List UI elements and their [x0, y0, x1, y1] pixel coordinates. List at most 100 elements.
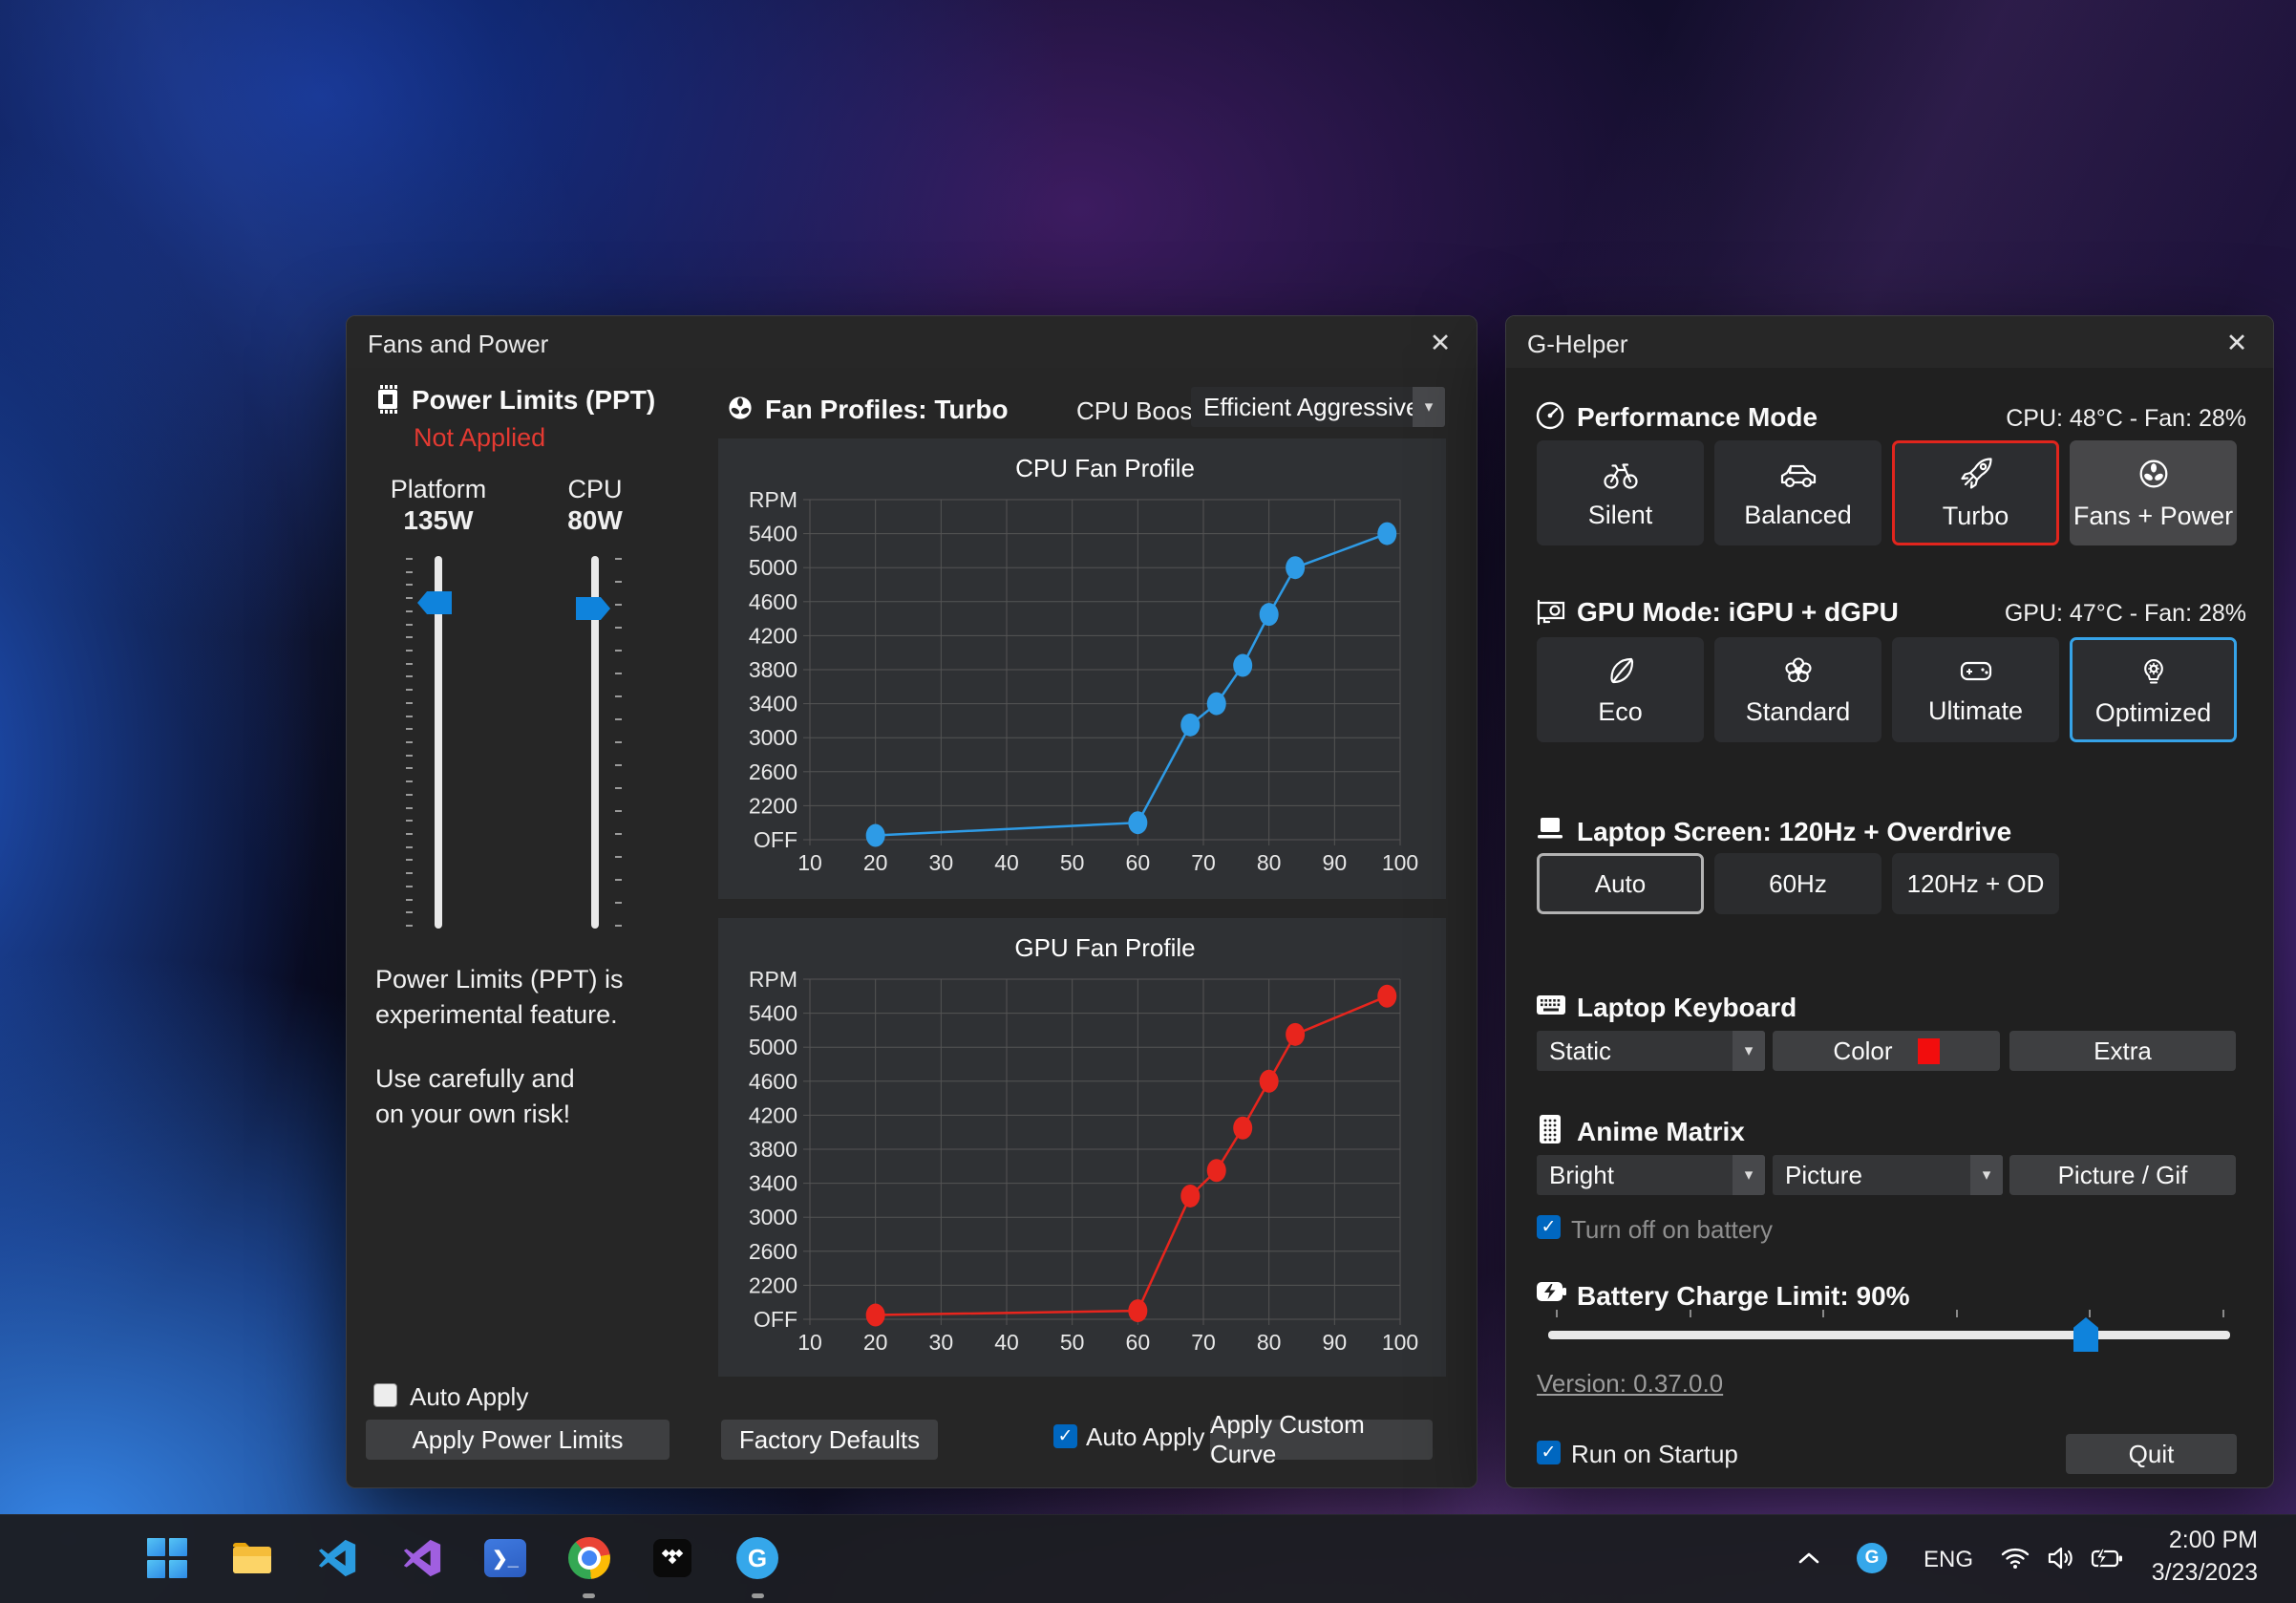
curve-auto-apply-checkbox[interactable]: ✓ — [1053, 1424, 1077, 1448]
gpu-button-ultimate[interactable]: Ultimate — [1892, 637, 2059, 742]
mode-button-silent[interactable]: Silent — [1537, 440, 1704, 545]
power-limits-status: Not Applied — [414, 423, 545, 453]
clock-time[interactable]: 2:00 PM — [2169, 1527, 2258, 1554]
power-auto-apply-label: Auto Apply — [410, 1382, 528, 1412]
quit-button[interactable]: Quit — [2066, 1434, 2237, 1474]
power-auto-apply-checkbox[interactable] — [373, 1383, 397, 1407]
factory-defaults-button[interactable]: Factory Defaults — [721, 1420, 938, 1460]
gpu-button-label: Optimized — [2095, 698, 2212, 728]
cpu-fan-chart[interactable]: 102030405060708090100OFF2200260030003400… — [718, 438, 1446, 899]
rocket-icon — [1958, 456, 1994, 492]
wifi-icon — [2001, 1547, 2030, 1570]
clock-date[interactable]: 3/23/2023 — [2152, 1559, 2258, 1587]
tray-chevron-button[interactable] — [1786, 1528, 1832, 1588]
mode-button-label: Fans + Power — [2073, 502, 2233, 531]
chevron-down-icon[interactable]: ▾ — [1733, 1155, 1765, 1195]
svg-text:30: 30 — [929, 850, 954, 875]
battery-charge-icon — [1535, 1277, 1567, 1306]
gpu-button-eco[interactable]: Eco — [1537, 637, 1704, 742]
folder-icon — [230, 1539, 274, 1577]
language-indicator[interactable]: ENG — [1924, 1547, 1973, 1573]
svg-text:50: 50 — [1060, 850, 1085, 875]
svg-text:2200: 2200 — [749, 793, 797, 818]
keyboard-extra-button[interactable]: Extra — [2009, 1031, 2236, 1071]
gpu-button-optimized[interactable]: Optimized — [2070, 637, 2237, 742]
cpu-fan-chart-panel: 102030405060708090100OFF2200260030003400… — [718, 438, 1446, 899]
apply-power-limits-button[interactable]: Apply Power Limits — [366, 1420, 670, 1460]
cpu-boost-value: Efficient Aggressive — [1203, 393, 1419, 422]
matrix-battery-label: Turn off on battery — [1571, 1215, 1773, 1245]
battery-charge-slider[interactable] — [1548, 1331, 2230, 1339]
terminal-icon: ❯_ — [484, 1539, 526, 1577]
bulb-gear-icon — [2136, 652, 2172, 689]
battery-button[interactable] — [2084, 1528, 2130, 1588]
ghelper-titlebar[interactable]: G-Helper ✕ — [1506, 316, 2273, 368]
ghelper-tray-button[interactable]: G — [1849, 1528, 1895, 1588]
matrix-mode-value: Picture — [1785, 1161, 1862, 1190]
cpu-chip-icon — [372, 383, 404, 416]
performance-mode-heading: Performance Mode — [1577, 402, 1818, 433]
gauge-icon — [1535, 400, 1565, 431]
car-icon — [1778, 457, 1818, 491]
svg-text:GPU Fan Profile: GPU Fan Profile — [1014, 933, 1195, 962]
gpu-button-standard[interactable]: Standard — [1714, 637, 1881, 742]
screen-button-60hz[interactable]: 60Hz — [1714, 853, 1881, 914]
terminal-button[interactable]: ❯_ — [476, 1528, 535, 1588]
wifi-button[interactable] — [1992, 1528, 2038, 1588]
matrix-brightness-dropdown[interactable]: Bright ▾ — [1537, 1155, 1765, 1195]
svg-text:3400: 3400 — [749, 692, 797, 716]
matrix-mode-dropdown[interactable]: Picture ▾ — [1773, 1155, 2003, 1195]
close-icon[interactable]: ✕ — [1421, 326, 1459, 360]
mode-button-turbo[interactable]: Turbo — [1892, 440, 2059, 545]
cpu-limit-value: 80W — [524, 505, 666, 536]
volume-button[interactable] — [2038, 1528, 2084, 1588]
mode-button-balanced[interactable]: Balanced — [1714, 440, 1881, 545]
cpu-sensor-readout: CPU: 48°C - Fan: 28% — [2006, 405, 2246, 433]
svg-text:100: 100 — [1382, 1330, 1418, 1355]
gpu-mode-heading: GPU Mode: iGPU + dGPU — [1577, 597, 1899, 628]
visual-studio-button[interactable] — [393, 1528, 452, 1588]
svg-text:2600: 2600 — [749, 1239, 797, 1264]
fans-window-titlebar[interactable]: Fans and Power ✕ — [347, 316, 1477, 368]
chrome-icon — [568, 1537, 610, 1579]
battery-slider-thumb[interactable] — [2073, 1317, 2098, 1352]
chevron-down-icon[interactable]: ▾ — [1413, 387, 1445, 427]
tidal-button[interactable] — [643, 1528, 702, 1588]
color-swatch — [1918, 1038, 1940, 1064]
start-button[interactable] — [138, 1528, 197, 1588]
platform-slider-thumb[interactable] — [417, 591, 452, 614]
cpu-boost-dropdown[interactable]: Efficient Aggressive ▾ — [1191, 387, 1445, 427]
file-explorer-button[interactable] — [223, 1528, 282, 1588]
chevron-down-icon[interactable]: ▾ — [1733, 1031, 1765, 1071]
matrix-battery-checkbox[interactable]: ✓ — [1537, 1215, 1561, 1239]
matrix-picture-gif-button[interactable]: Picture / Gif — [2009, 1155, 2236, 1195]
mode-button-label: Silent — [1588, 501, 1653, 530]
bicycle-icon — [1602, 457, 1640, 491]
screen-button-120hz-od[interactable]: 120Hz + OD — [1892, 853, 2059, 914]
gamepad-icon — [1957, 654, 1995, 687]
chrome-button[interactable] — [560, 1528, 619, 1588]
svg-text:3800: 3800 — [749, 657, 797, 682]
apply-custom-curve-button[interactable]: Apply Custom Curve — [1210, 1420, 1433, 1460]
svg-text:4600: 4600 — [749, 1069, 797, 1094]
gpu-fan-chart[interactable]: 102030405060708090100OFF2200260030003400… — [718, 918, 1446, 1377]
mode-button-fans-power[interactable]: Fans + Power — [2070, 440, 2237, 545]
gpu-sensor-readout: GPU: 47°C - Fan: 28% — [2005, 600, 2246, 628]
fan-profiles-heading: Fan Profiles: Turbo — [765, 395, 1009, 425]
keyboard-color-button[interactable]: Color — [1773, 1031, 2000, 1071]
cpu-slider-thumb[interactable] — [576, 597, 610, 620]
ghelper-taskbar-button[interactable]: G — [728, 1528, 787, 1588]
version-link[interactable]: Version: 0.37.0.0 — [1537, 1369, 1723, 1399]
fan-icon — [2136, 456, 2172, 492]
platform-value: 135W — [368, 505, 509, 536]
run-on-startup-checkbox[interactable]: ✓ — [1537, 1441, 1561, 1464]
svg-text:90: 90 — [1323, 1330, 1348, 1355]
vscode-button[interactable] — [308, 1528, 367, 1588]
screen-button-auto[interactable]: Auto — [1537, 853, 1704, 914]
chevron-down-icon[interactable]: ▾ — [1970, 1155, 2003, 1195]
keyboard-mode-dropdown[interactable]: Static ▾ — [1537, 1031, 1765, 1071]
svg-text:4200: 4200 — [749, 1102, 797, 1127]
svg-text:20: 20 — [863, 850, 888, 875]
close-icon[interactable]: ✕ — [2218, 326, 2256, 360]
chrome-running-indicator — [583, 1593, 595, 1598]
